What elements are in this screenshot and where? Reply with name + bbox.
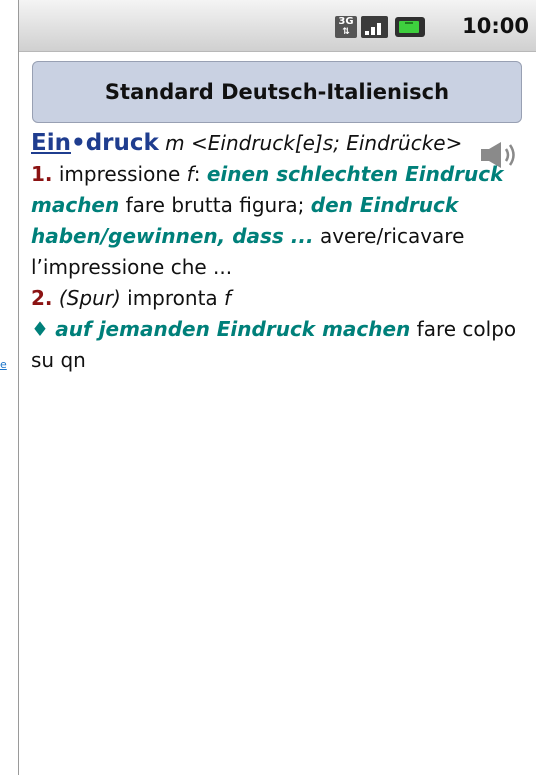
dictionary-title: Standard Deutsch-Italienisch — [104, 80, 450, 104]
status-time: 10:00 — [462, 14, 529, 38]
headword: Ein•druck — [31, 130, 159, 156]
idiom-phrase: auf jemanden Eindruck machen — [55, 317, 411, 341]
battery-icon — [395, 17, 425, 37]
dictionary-title-bar[interactable]: Standard Deutsch-Italienisch — [32, 61, 522, 123]
sense-2-translation: impronta — [127, 286, 218, 310]
headword-syllable-2: druck — [85, 130, 159, 156]
grammar-info: <Eindruck[e]s; Eindrücke> — [191, 131, 463, 155]
idiom: ♦ auf jemanden Eindruck machen fare colp… — [31, 314, 531, 376]
dictionary-entry: Ein•druck m <Eindruck[e]s; Eindrücke> 1.… — [31, 128, 531, 376]
status-bar: 3G ⇅ 10:00 — [19, 0, 536, 52]
phone-screen: 3G ⇅ 10:00 Standard Deutsch-Italienisch — [18, 0, 536, 775]
sense-2-gender: f — [224, 286, 232, 310]
sense-1: 1. impressione f: einen schlechten Eindr… — [31, 159, 531, 283]
sense-number-1: 1. — [31, 162, 53, 186]
entry-line-1: Ein•druck m <Eindruck[e]s; Eindrücke> — [31, 128, 531, 159]
sense-number-2: 2. — [31, 286, 53, 310]
external-link[interactable]: e — [0, 358, 7, 371]
network-label: 3G — [338, 16, 354, 27]
headword-gender: m — [165, 131, 185, 155]
page: e 3G ⇅ 10:00 Standard Deutsch-Italienisc… — [0, 0, 536, 775]
headword-dot: • — [70, 130, 86, 156]
sense-1-gender: f — [186, 162, 194, 186]
idiom-marker: ♦ — [31, 317, 49, 341]
3g-icon: 3G ⇅ — [335, 16, 357, 38]
separator: : — [193, 162, 201, 186]
example-translation: fare brutta figura; — [125, 193, 305, 217]
sense-2: 2. (Spur) impronta f — [31, 283, 531, 314]
sense-2-label: (Spur) — [58, 286, 121, 310]
headword-syllable-1: Ein — [31, 130, 71, 156]
sense-1-translation: impressione — [58, 162, 181, 186]
signal-icon — [361, 16, 388, 38]
